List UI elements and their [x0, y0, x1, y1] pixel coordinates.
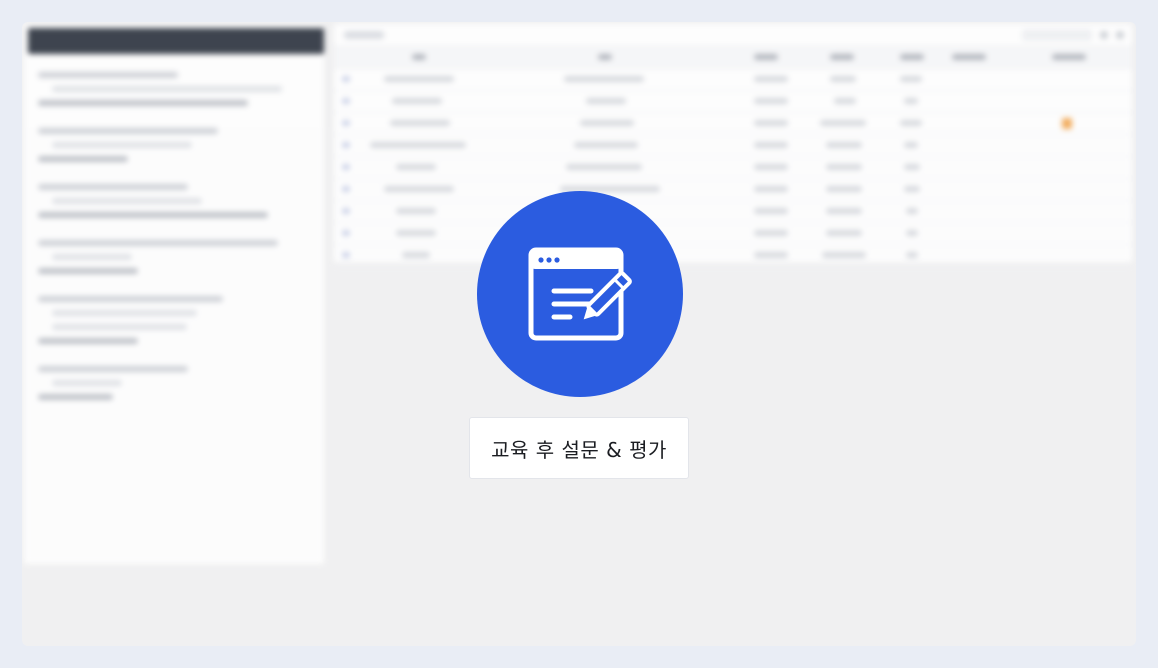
- table-toolbar: [334, 24, 1132, 47]
- section-subtitle: [52, 198, 202, 204]
- survey-evaluation-label-card[interactable]: 교육 후 설문 & 평가: [469, 417, 689, 479]
- section-title: [38, 240, 278, 246]
- section-option: [38, 394, 113, 400]
- flag-icon: [1062, 118, 1072, 129]
- table-header-row: [334, 47, 1132, 69]
- table-row: [334, 69, 1132, 91]
- section-option: [38, 212, 268, 218]
- list-section: [38, 296, 310, 344]
- column-header: [412, 54, 426, 60]
- section-subtitle: [52, 310, 197, 316]
- left-panel-header: [28, 28, 324, 54]
- table-row: [334, 91, 1132, 113]
- column-header: [754, 54, 778, 60]
- app-window: 교육 후 설문 & 평가: [22, 22, 1136, 646]
- column-header: [952, 54, 986, 60]
- survey-icon-badge: [477, 191, 683, 397]
- section-option: [38, 338, 138, 344]
- table-row: [334, 135, 1132, 157]
- section-subtitle: [52, 142, 192, 148]
- search-input: [1022, 29, 1092, 41]
- section-subtitle: [52, 324, 187, 330]
- list-section: [38, 72, 310, 106]
- table-row: [334, 157, 1132, 179]
- section-title: [38, 184, 188, 190]
- list-section: [38, 128, 310, 162]
- list-section: [38, 184, 310, 218]
- section-title: [38, 128, 218, 134]
- list-section: [38, 366, 310, 400]
- table-row: [334, 201, 1132, 223]
- column-header: [900, 54, 924, 60]
- section-option: [38, 156, 128, 162]
- section-title: [38, 366, 188, 372]
- survey-form-edit-icon: [528, 247, 632, 341]
- search-icon: [1100, 31, 1108, 39]
- left-panel: [24, 24, 324, 564]
- section-subtitle: [52, 380, 122, 386]
- section-title: [38, 296, 223, 302]
- survey-evaluation-label: 교육 후 설문 & 평가: [491, 437, 667, 462]
- data-table: [334, 24, 1132, 267]
- column-header: [598, 54, 612, 60]
- table-row: [334, 113, 1132, 135]
- section-list: [24, 54, 324, 432]
- column-header: [1052, 54, 1086, 60]
- filter-dropdown: [344, 31, 384, 39]
- section-title: [38, 72, 178, 78]
- section-subtitle: [52, 86, 282, 92]
- settings-icon: [1116, 31, 1124, 39]
- list-section: [38, 240, 310, 274]
- table-row: [334, 223, 1132, 245]
- section-subtitle: [52, 254, 132, 260]
- table-row: [334, 245, 1132, 267]
- column-header: [830, 54, 854, 60]
- table-row: [334, 179, 1132, 201]
- section-option: [38, 268, 138, 274]
- section-option: [38, 100, 248, 106]
